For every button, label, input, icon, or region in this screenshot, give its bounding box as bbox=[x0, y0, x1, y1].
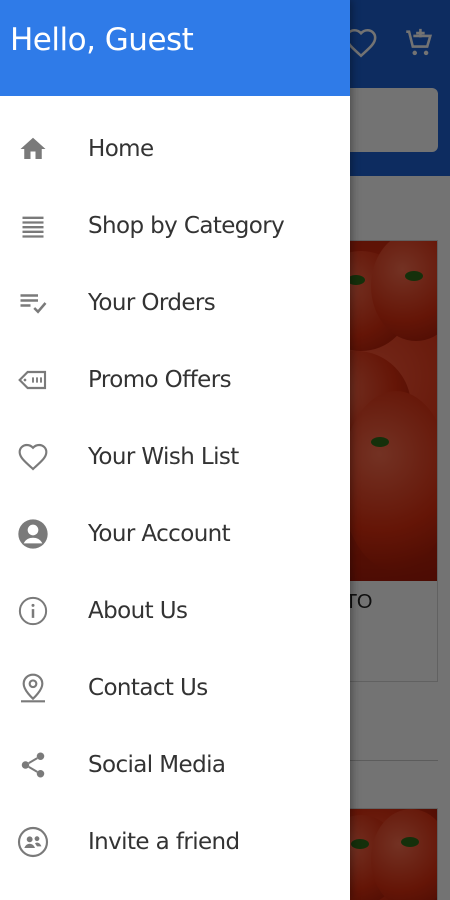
menu-item-label: Your Account bbox=[88, 520, 231, 547]
menu-item-home[interactable]: Home bbox=[0, 110, 350, 187]
menu-item-contact-us[interactable]: Contact Us bbox=[0, 649, 350, 726]
greeting-title: Hello, Guest bbox=[10, 22, 194, 58]
menu-item-shop-by-category[interactable]: Shop by Category bbox=[0, 187, 350, 264]
account-icon bbox=[16, 517, 50, 551]
orders-check-icon bbox=[16, 286, 50, 320]
menu-item-your-account[interactable]: Your Account bbox=[0, 495, 350, 572]
menu-item-about-us[interactable]: About Us bbox=[0, 572, 350, 649]
home-icon bbox=[16, 132, 50, 166]
menu-item-social-media[interactable]: Social Media bbox=[0, 726, 350, 803]
menu-item-label: About Us bbox=[88, 597, 188, 624]
menu-item-label: Contact Us bbox=[88, 674, 208, 701]
navigation-drawer: Hello, Guest Home Shop by Category Your … bbox=[0, 0, 350, 900]
menu-item-label: Promo Offers bbox=[88, 366, 232, 393]
invite-people-icon bbox=[16, 825, 50, 859]
drawer-menu: Home Shop by Category Your Orders Promo … bbox=[0, 96, 350, 880]
heart-icon bbox=[16, 440, 50, 474]
menu-item-label: Your Wish List bbox=[88, 443, 239, 470]
tag-icon bbox=[16, 363, 50, 397]
menu-item-invite-friend[interactable]: Invite a friend bbox=[0, 803, 350, 880]
menu-item-label: Invite a friend bbox=[88, 828, 240, 855]
share-icon bbox=[16, 748, 50, 782]
menu-item-label: Home bbox=[88, 135, 154, 162]
list-icon bbox=[16, 209, 50, 243]
menu-item-your-orders[interactable]: Your Orders bbox=[0, 264, 350, 341]
menu-item-promo-offers[interactable]: Promo Offers bbox=[0, 341, 350, 418]
menu-item-wish-list[interactable]: Your Wish List bbox=[0, 418, 350, 495]
menu-item-label: Your Orders bbox=[88, 289, 216, 316]
drawer-header: Hello, Guest bbox=[0, 0, 350, 96]
menu-item-label: Social Media bbox=[88, 751, 226, 778]
info-icon bbox=[16, 594, 50, 628]
location-pin-icon bbox=[16, 671, 50, 705]
menu-item-label: Shop by Category bbox=[88, 212, 285, 239]
